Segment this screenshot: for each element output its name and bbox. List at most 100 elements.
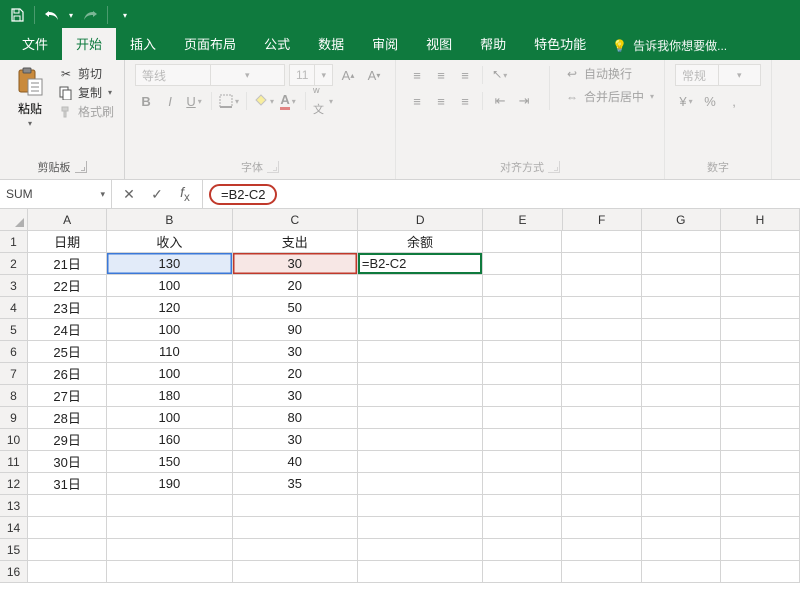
row-header-14[interactable]: 14: [0, 517, 28, 539]
increase-font-icon[interactable]: A▴: [337, 64, 359, 86]
cell-E2[interactable]: [483, 253, 562, 275]
row-header-3[interactable]: 3: [0, 275, 28, 297]
cell-F5[interactable]: [562, 319, 641, 341]
cell-H3[interactable]: [721, 275, 800, 297]
row-header-13[interactable]: 13: [0, 495, 28, 517]
cell-A5[interactable]: 24日: [28, 319, 107, 341]
align-right-icon[interactable]: ≡: [454, 90, 476, 112]
increase-indent-icon[interactable]: ⇥: [513, 90, 535, 112]
cell-H16[interactable]: [721, 561, 800, 583]
column-header-E[interactable]: E: [483, 209, 562, 231]
cell-A9[interactable]: 28日: [28, 407, 107, 429]
cell-G7[interactable]: [642, 363, 721, 385]
cell-G11[interactable]: [642, 451, 721, 473]
cell-E6[interactable]: [483, 341, 562, 363]
cell-B12[interactable]: 190: [107, 473, 232, 495]
cell-D12[interactable]: [358, 473, 483, 495]
cell-B1[interactable]: 收入: [107, 231, 232, 253]
column-header-A[interactable]: A: [28, 209, 107, 231]
cell-E9[interactable]: [483, 407, 562, 429]
font-dialog-launcher-icon[interactable]: [267, 161, 279, 173]
cell-F4[interactable]: [562, 297, 641, 319]
tab-help[interactable]: 帮助: [466, 28, 520, 60]
save-icon[interactable]: [4, 2, 30, 28]
cell-A2[interactable]: 21日: [28, 253, 107, 275]
cell-B6[interactable]: 110: [107, 341, 232, 363]
cell-F6[interactable]: [562, 341, 641, 363]
cell-G4[interactable]: [642, 297, 721, 319]
cell-F12[interactable]: [562, 473, 641, 495]
column-header-F[interactable]: F: [563, 209, 642, 231]
cell-A10[interactable]: 29日: [28, 429, 107, 451]
cell-E8[interactable]: [483, 385, 562, 407]
align-top-icon[interactable]: ≡: [406, 64, 428, 86]
cell-E4[interactable]: [483, 297, 562, 319]
cell-F1[interactable]: [562, 231, 641, 253]
cell-E13[interactable]: [483, 495, 562, 517]
cell-F9[interactable]: [562, 407, 641, 429]
copy-button[interactable]: 复制▾: [58, 83, 114, 102]
cell-A11[interactable]: 30日: [28, 451, 107, 473]
cell-H11[interactable]: [721, 451, 800, 473]
row-header-11[interactable]: 11: [0, 451, 28, 473]
cell-G6[interactable]: [642, 341, 721, 363]
qat-customize-icon[interactable]: ▾: [112, 2, 138, 28]
row-header-12[interactable]: 12: [0, 473, 28, 495]
cell-B7[interactable]: 100: [107, 363, 232, 385]
cell-B3[interactable]: 100: [107, 275, 232, 297]
cell-A7[interactable]: 26日: [28, 363, 107, 385]
cell-H4[interactable]: [721, 297, 800, 319]
cell-E7[interactable]: [483, 363, 562, 385]
row-header-8[interactable]: 8: [0, 385, 28, 407]
cell-B13[interactable]: [107, 495, 232, 517]
cell-B15[interactable]: [107, 539, 232, 561]
paste-button[interactable]: 粘贴 ▾: [10, 64, 50, 130]
cell-C15[interactable]: [233, 539, 358, 561]
cell-D10[interactable]: [358, 429, 483, 451]
decrease-font-icon[interactable]: A▾: [363, 64, 385, 86]
cell-C7[interactable]: 20: [233, 363, 358, 385]
cell-D9[interactable]: [358, 407, 483, 429]
tell-me-search[interactable]: 💡 告诉我你想要做...: [612, 31, 727, 60]
cell-H9[interactable]: [721, 407, 800, 429]
accounting-format-icon[interactable]: ¥: [675, 90, 697, 112]
format-painter-button[interactable]: 格式刷: [58, 102, 114, 121]
align-center-icon[interactable]: ≡: [430, 90, 452, 112]
cell-C12[interactable]: 35: [233, 473, 358, 495]
cell-B10[interactable]: 160: [107, 429, 232, 451]
row-header-9[interactable]: 9: [0, 407, 28, 429]
cell-D2[interactable]: =B2-C2: [358, 253, 483, 275]
font-family-combo[interactable]: 等线▾: [135, 64, 285, 86]
tab-layout[interactable]: 页面布局: [170, 28, 250, 60]
cell-A1[interactable]: 日期: [28, 231, 107, 253]
cell-E12[interactable]: [483, 473, 562, 495]
tab-formulas[interactable]: 公式: [250, 28, 304, 60]
cell-G12[interactable]: [642, 473, 721, 495]
cell-H6[interactable]: [721, 341, 800, 363]
cell-F14[interactable]: [562, 517, 641, 539]
cell-D11[interactable]: [358, 451, 483, 473]
row-header-6[interactable]: 6: [0, 341, 28, 363]
align-bottom-icon[interactable]: ≡: [454, 64, 476, 86]
name-box[interactable]: SUM▾: [0, 180, 112, 208]
cell-E1[interactable]: [483, 231, 562, 253]
cell-F13[interactable]: [562, 495, 641, 517]
cut-button[interactable]: ✂剪切: [58, 64, 114, 83]
cell-A13[interactable]: [28, 495, 107, 517]
row-header-4[interactable]: 4: [0, 297, 28, 319]
undo-icon[interactable]: [39, 2, 65, 28]
tab-review[interactable]: 审阅: [358, 28, 412, 60]
cell-C13[interactable]: [233, 495, 358, 517]
cell-F16[interactable]: [562, 561, 641, 583]
cell-G3[interactable]: [642, 275, 721, 297]
cell-G15[interactable]: [642, 539, 721, 561]
row-header-1[interactable]: 1: [0, 231, 28, 253]
column-header-D[interactable]: D: [358, 209, 483, 231]
cell-E10[interactable]: [483, 429, 562, 451]
row-header-16[interactable]: 16: [0, 561, 28, 583]
number-format-combo[interactable]: 常规▾: [675, 64, 761, 86]
column-header-G[interactable]: G: [642, 209, 721, 231]
cell-D1[interactable]: 余额: [358, 231, 483, 253]
cell-F8[interactable]: [562, 385, 641, 407]
cell-D5[interactable]: [358, 319, 483, 341]
